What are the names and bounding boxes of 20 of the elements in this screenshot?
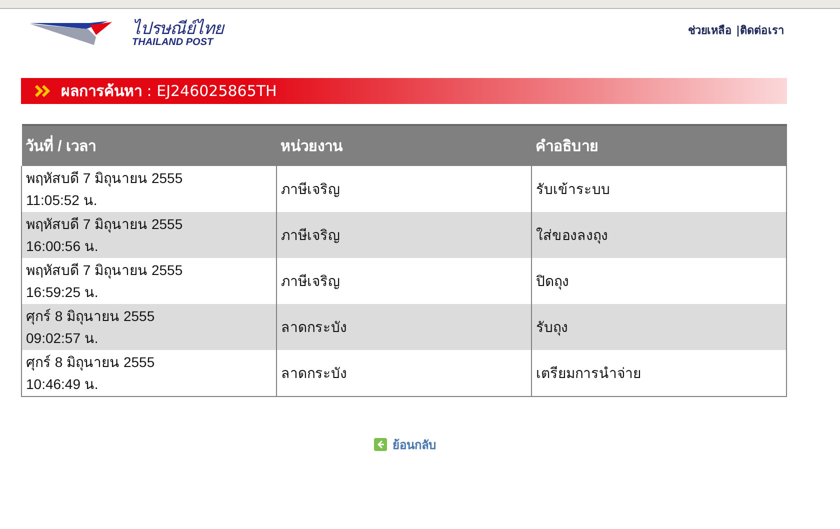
table-cell: ลาดกระบัง bbox=[276, 304, 532, 350]
logo-thai-text: ไปรษณีย์ไทย bbox=[132, 20, 224, 38]
back-arrow-icon bbox=[374, 438, 386, 451]
logo-english-text: THAILAND POST bbox=[132, 38, 215, 48]
header-link[interactable]: |ติดต่อเรา bbox=[736, 21, 784, 69]
table-cell: รับถุง bbox=[532, 304, 786, 350]
table-cell: ใส่ของลงถุง bbox=[532, 212, 786, 258]
back-link[interactable]: ย้อนกลับ bbox=[374, 435, 436, 454]
table-cell: พฤหัสบดี 7 มิถุนายน 2555 16:00:56 น. bbox=[22, 212, 276, 258]
column-header: วันที่ / เวลา bbox=[22, 125, 276, 166]
table-cell: ลาดกระบัง bbox=[276, 350, 532, 396]
table-cell: เตรียมการนำจ่าย bbox=[532, 350, 786, 396]
double-chevron-icon bbox=[35, 85, 51, 97]
table-cell: ศุกร์ 8 มิถุนายน 2555 10:46:49 น. bbox=[22, 350, 276, 396]
table-cell: ภาษีเจริญ bbox=[276, 212, 532, 258]
table-cell: ศุกร์ 8 มิถุนายน 2555 09:02:57 น. bbox=[22, 304, 276, 350]
result-title: ผลการค้นหา : EJ246025865TH bbox=[61, 81, 277, 102]
column-header: คำอธิบาย bbox=[532, 125, 786, 166]
header-link[interactable]: ช่วยเหลือ bbox=[688, 21, 732, 69]
column-header: หน่วยงาน bbox=[276, 125, 532, 166]
